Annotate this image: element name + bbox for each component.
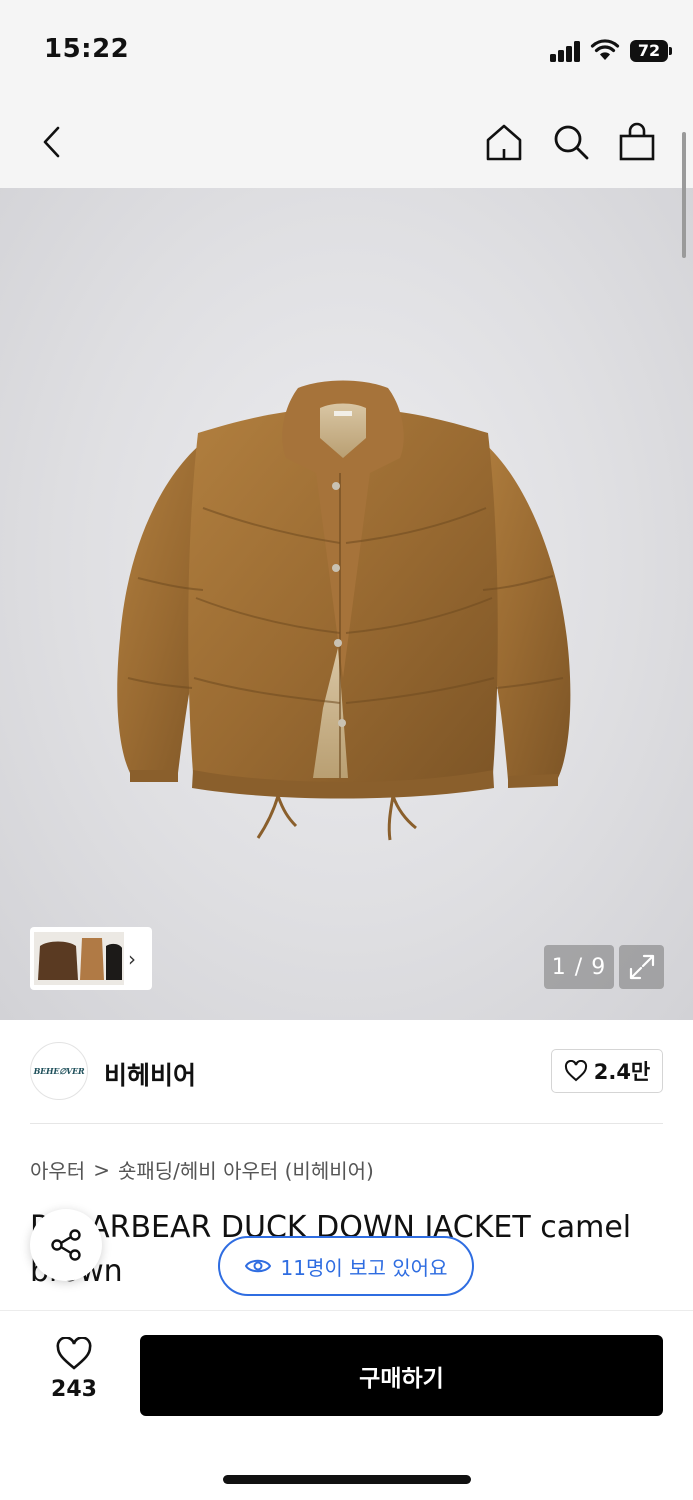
- status-time: 15:22: [44, 34, 130, 64]
- viewers-badge: 11명이 보고 있어요: [218, 1236, 474, 1296]
- brand-like-count: 2.4만: [593, 1060, 651, 1084]
- heart-icon: [564, 1060, 587, 1082]
- bag-icon[interactable]: [615, 120, 659, 164]
- back-icon[interactable]: [30, 120, 74, 164]
- divider: [30, 1123, 663, 1124]
- breadcrumb-separator: >: [93, 1157, 110, 1182]
- top-nav-bar: [0, 96, 693, 188]
- viewers-text: 11명이 보고 있어요: [280, 1255, 448, 1280]
- product-image: [117, 380, 571, 841]
- home-icon[interactable]: [482, 120, 526, 164]
- wifi-icon: [590, 38, 620, 62]
- heart-icon: [56, 1337, 92, 1370]
- chevron-right-icon: ›: [128, 946, 136, 971]
- brand-logo[interactable]: BEHE∅VER: [30, 1042, 88, 1100]
- home-indicator[interactable]: [223, 1475, 471, 1484]
- eye-icon: [244, 1259, 271, 1273]
- breadcrumb-item-outer[interactable]: 아우터: [30, 1155, 85, 1184]
- buy-button[interactable]: 구매하기: [140, 1335, 663, 1416]
- expand-icon[interactable]: [619, 945, 664, 989]
- share-icon: [51, 1229, 81, 1261]
- scroll-indicator[interactable]: [682, 132, 686, 258]
- signal-icon: [550, 40, 582, 62]
- breadcrumb: 아우터 > 숏패딩/헤비 아우터 (비헤비어): [30, 1155, 374, 1184]
- brand-name[interactable]: 비헤비어: [104, 1056, 196, 1092]
- thumbnail-strip[interactable]: ›: [30, 927, 152, 990]
- brand-row[interactable]: BEHE∅VER 비헤비어 2.4만: [30, 1040, 663, 1102]
- bottom-action-bar: 243 구매하기: [0, 1310, 693, 1500]
- status-bar: 15:22 72: [0, 0, 693, 96]
- thumbnail-images: [34, 932, 124, 985]
- share-button[interactable]: [30, 1209, 102, 1281]
- product-image-gallery[interactable]: › 1 / 9: [0, 188, 693, 1020]
- brand-logo-text: BEHE∅VER: [33, 1066, 85, 1076]
- battery-icon: 72: [630, 40, 672, 62]
- wishlist-count: 243: [51, 1377, 97, 1402]
- image-page-counter: 1 / 9: [544, 945, 614, 989]
- breadcrumb-item-category[interactable]: 숏패딩/헤비 아우터 (비헤비어): [118, 1155, 374, 1184]
- brand-like-button[interactable]: 2.4만: [551, 1049, 663, 1093]
- search-icon[interactable]: [549, 120, 593, 164]
- wishlist-button[interactable]: 243: [40, 1337, 108, 1402]
